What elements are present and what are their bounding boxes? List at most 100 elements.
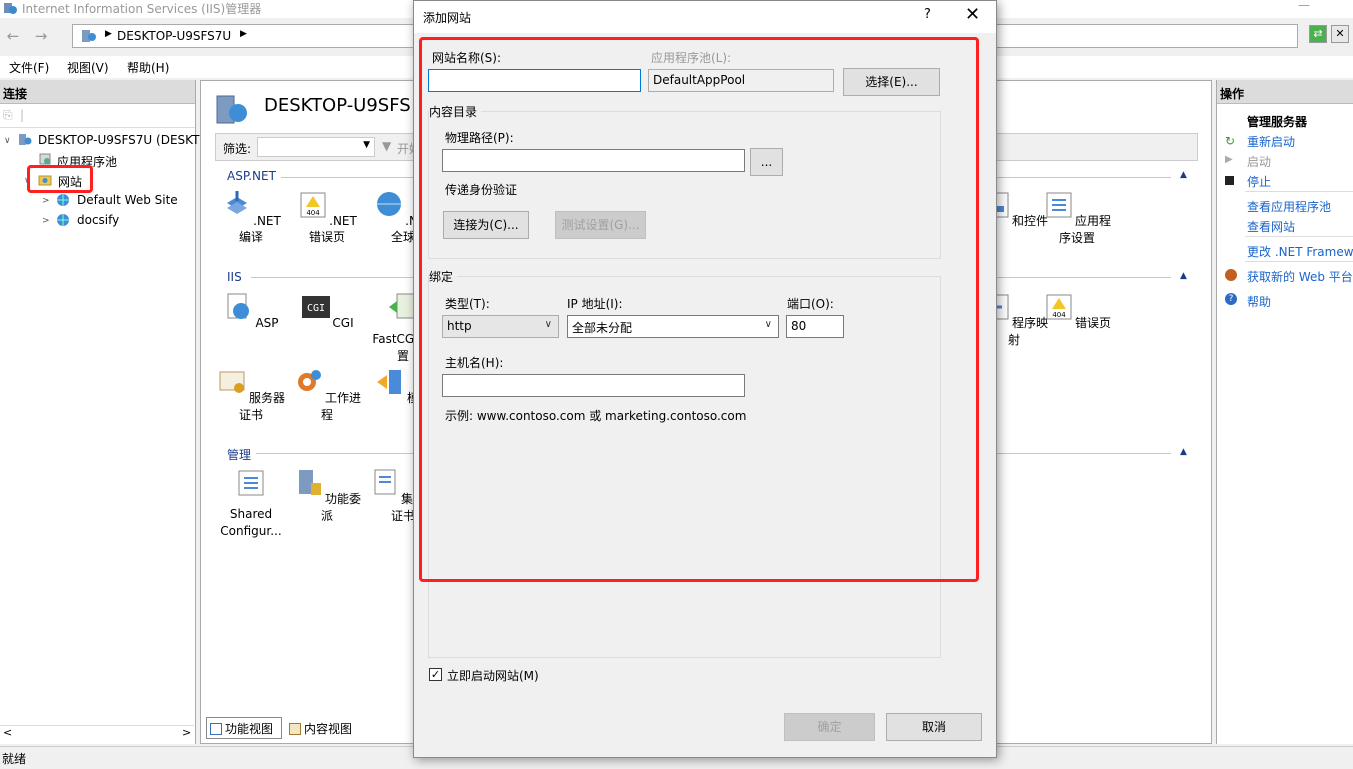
svg-text:404: 404 [306,209,320,217]
menu-view[interactable]: 视图(V) [67,59,109,76]
dialog-title: 添加网站 [423,11,472,25]
start-icon: ▶ [1225,154,1233,165]
server-large-icon [216,95,247,124]
menu-file[interactable]: 文件(F) [9,59,49,76]
minimize-button[interactable]: — [1298,0,1310,12]
action-restart[interactable]: 重新启动 [1247,133,1295,150]
address-path[interactable]: DESKTOP-U9SFS7U [117,29,231,43]
certificate-icon [219,371,245,393]
dialog-close-button[interactable]: ✕ [965,4,980,25]
asp-icon [227,293,250,319]
feature-delegation[interactable]: 功能委派 [291,467,363,524]
cgi-icon: CGI [302,296,331,318]
section-manage: 管理 [227,448,252,462]
ok-button[interactable]: 确定 [784,713,875,741]
section-aspnet: ASP.NET [227,169,276,183]
expand-site-icon[interactable]: > [42,196,50,206]
feature-net-compile[interactable]: .NET 编译 [215,189,287,245]
window-title: Internet Information Services (IIS)管理器 [22,2,262,16]
server-icon [82,30,96,42]
menu-help[interactable]: 帮助(H) [127,59,169,76]
connections-header: 连接 [0,80,195,104]
action-stop[interactable]: 停止 [1247,173,1271,190]
action-help[interactable]: 帮助 [1247,293,1271,310]
action-view-pools[interactable]: 查看应用程序池 [1247,198,1331,215]
collapse-icon[interactable]: ▲ [1180,271,1187,281]
feature-error-pages[interactable]: 404 错误页 [1041,291,1113,331]
central-cert-icon [374,469,396,495]
action-change-net[interactable]: 更改 .NET Framework [1247,243,1353,260]
tab-content-view[interactable]: 内容视图 [286,717,366,739]
compile-icon [227,191,248,214]
path-separator-icon[interactable]: ▶ [105,29,112,39]
section-iis: IIS [227,270,242,284]
content-view-icon [289,723,301,735]
app-pool-icon [39,153,51,165]
shared-config-icon [238,470,264,496]
connections-toolbar: ⎘ | [0,106,195,128]
feature-net-error[interactable]: 404 .NET 错误页 [291,189,363,245]
dialog-help-button[interactable]: ? [924,7,931,22]
server-icon [19,134,32,145]
restart-icon: ↻ [1225,134,1236,148]
modules-icon [376,370,401,394]
error-404-icon: 404 [300,192,326,218]
settings-list-icon [1046,192,1072,218]
web-platform-icon [1225,269,1237,281]
manage-server-heading: 管理服务器 [1247,115,1308,129]
page-title: DESKTOP-U9SFS [264,95,411,116]
refresh-icon[interactable]: ⇄ [1309,25,1327,43]
highlight-box-sites [27,165,93,193]
feature-worker-processes[interactable]: 工作进程 [291,366,363,423]
connect-icon[interactable]: ⎘ [3,108,13,123]
help-icon: ? [1225,293,1237,305]
feature-shared-config[interactable]: Shared Configur... [215,467,287,540]
feature-cgi[interactable]: CGI CGI [291,291,363,330]
globe-icon [57,214,69,226]
action-view-sites[interactable]: 查看网站 [1247,218,1295,235]
scroll-left-icon[interactable]: < [3,726,12,739]
tree-docsify-site[interactable]: docsify [77,213,119,227]
collapse-icon[interactable]: ▲ [1180,170,1187,180]
forward-arrow-icon[interactable]: → [30,26,52,46]
actions-header: 操作 [1217,80,1353,104]
expand-site-icon[interactable]: > [42,216,50,226]
dropdown-arrow-icon[interactable]: ▼ [363,140,370,150]
expand-server-icon[interactable]: ∨ [4,136,11,146]
action-get-web-platform[interactable]: 获取新的 Web 平台 [1247,268,1353,285]
actions-panel: 操作 管理服务器 ↻ 重新启动 ▶ 启动 停止 查看应用程序池 查看网站 更改 … [1216,80,1353,744]
worker-gear-icon [297,370,321,391]
highlight-box-dialog [419,37,979,582]
error-404-icon: 404 [1046,294,1072,320]
filter-input[interactable]: ▼ [257,137,375,157]
feature-asp[interactable]: ASP [215,291,287,330]
cancel-button[interactable]: 取消 [886,713,982,741]
action-start[interactable]: 启动 [1247,153,1271,170]
collapse-icon[interactable]: ▲ [1180,447,1187,457]
filter-label: 筛选: [223,142,252,156]
tab-features-view[interactable]: 功能视图 [206,717,282,739]
scroll-right-icon[interactable]: > [182,726,191,739]
globe-icon [57,194,69,206]
start-now-checkbox[interactable]: ✓ [429,668,442,681]
status-text: 就绪 [2,752,27,766]
features-view-icon [210,723,222,735]
delegation-icon [298,470,321,495]
feature-server-certs[interactable]: 服务器证书 [215,366,287,423]
stop-icon [1225,176,1234,185]
svg-text:CGI: CGI [307,303,325,314]
path-separator-icon[interactable]: ▶ [240,29,247,39]
tree-default-site[interactable]: Default Web Site [77,193,178,207]
back-arrow-icon[interactable]: ← [2,26,24,46]
feature-app-settings[interactable]: 应用程序设置 [1041,189,1113,246]
iis-app-icon [4,3,17,14]
stop-icon[interactable]: ✕ [1331,25,1349,43]
horizontal-scrollbar[interactable]: < > [0,725,194,741]
svg-text:404: 404 [1052,311,1066,319]
tree-server[interactable]: DESKTOP-U9SFS7U (DESKT [38,133,199,147]
start-now-label: 立即启动网站(M) [447,669,539,683]
globe-icon [377,192,402,216]
dialog-title-bar: 添加网站 ? ✕ [414,1,996,33]
filter-icon[interactable]: ▼ [382,139,391,153]
add-website-dialog: 添加网站 ? ✕ 网站名称(S): 应用程序池(L): DefaultAppPo… [413,0,997,758]
